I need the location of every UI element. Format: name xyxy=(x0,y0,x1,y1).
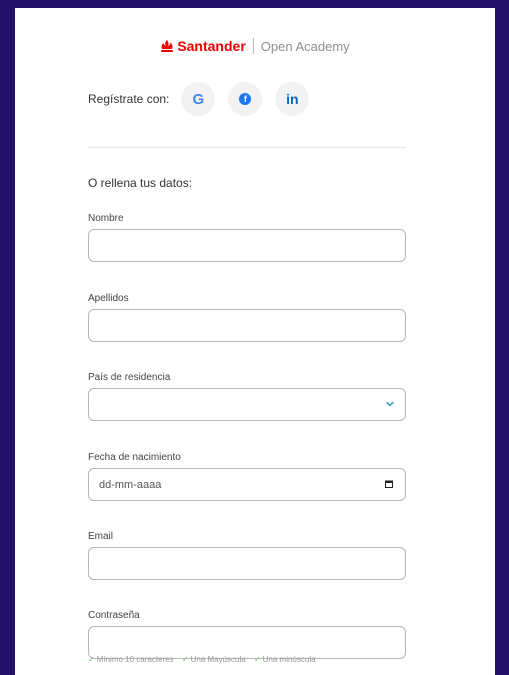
fecha-input[interactable] xyxy=(89,469,405,500)
facebook-signup-button[interactable]: f xyxy=(228,82,263,116)
email-field[interactable] xyxy=(88,547,406,580)
fecha-field-group: Fecha de nacimiento xyxy=(88,452,406,501)
nombre-input[interactable] xyxy=(89,230,405,261)
email-label: Email xyxy=(88,531,114,542)
nombre-field[interactable] xyxy=(88,229,406,262)
fecha-label: Fecha de nacimiento xyxy=(88,452,181,463)
pais-select[interactable] xyxy=(88,388,406,421)
password-hint: ✓ Una Mayúscula xyxy=(182,655,246,664)
social-signup: Regístrate con: G f in xyxy=(88,82,322,116)
password-hint: ✓ Una minúscula xyxy=(254,655,316,664)
pais-label: País de residencia xyxy=(88,372,171,383)
apellidos-input[interactable] xyxy=(89,310,405,341)
apellidos-field-group: Apellidos xyxy=(88,293,406,342)
linkedin-signup-button[interactable]: in xyxy=(275,82,310,116)
check-icon: ✓ xyxy=(88,655,95,664)
form-subtitle: O rellena tus datos: xyxy=(88,176,193,190)
password-field-group: Contraseña xyxy=(88,610,406,659)
fecha-field[interactable] xyxy=(88,468,406,501)
signup-card: Santander Open Academy Regístrate con: G… xyxy=(15,8,495,675)
apellidos-label: Apellidos xyxy=(88,293,129,304)
password-input[interactable] xyxy=(89,627,405,658)
password-hint: ✓ Mínimo 10 caracteres xyxy=(88,655,174,664)
linkedin-icon: in xyxy=(286,91,299,107)
facebook-icon: f xyxy=(239,93,252,105)
apellidos-field[interactable] xyxy=(88,309,406,342)
google-signup-button[interactable]: G xyxy=(181,82,216,116)
pais-field-group: País de residencia xyxy=(88,372,406,421)
email-input[interactable] xyxy=(89,548,405,579)
google-icon: G xyxy=(192,90,205,108)
check-icon: ✓ xyxy=(253,655,261,664)
password-hint-text: Una minúscula xyxy=(262,655,316,664)
brand-separator xyxy=(252,38,254,54)
nombre-field-group: Nombre xyxy=(88,213,406,262)
password-requirements: ✓ Mínimo 10 caracteres ✓ Una Mayúscula ✓ Un… xyxy=(88,655,322,664)
facebook-glyph: f xyxy=(243,94,247,104)
brand-name: Santander xyxy=(177,38,246,54)
calendar-icon[interactable] xyxy=(385,480,393,488)
nombre-label: Nombre xyxy=(88,213,124,224)
email-field-group: Email xyxy=(88,531,406,580)
brand-product: Open Academy xyxy=(260,38,350,54)
password-label: Contraseña xyxy=(88,610,140,621)
chevron-down-icon xyxy=(386,401,394,407)
brand-header: Santander Open Academy xyxy=(15,38,495,54)
password-hint-text: Mínimo 10 caracteres xyxy=(96,655,174,664)
divider xyxy=(88,147,406,148)
social-label: Regístrate con: xyxy=(88,92,170,106)
check-icon: ✓ xyxy=(181,655,189,664)
password-hint-text: Una Mayúscula xyxy=(190,655,246,664)
santander-flame-icon xyxy=(161,40,174,52)
